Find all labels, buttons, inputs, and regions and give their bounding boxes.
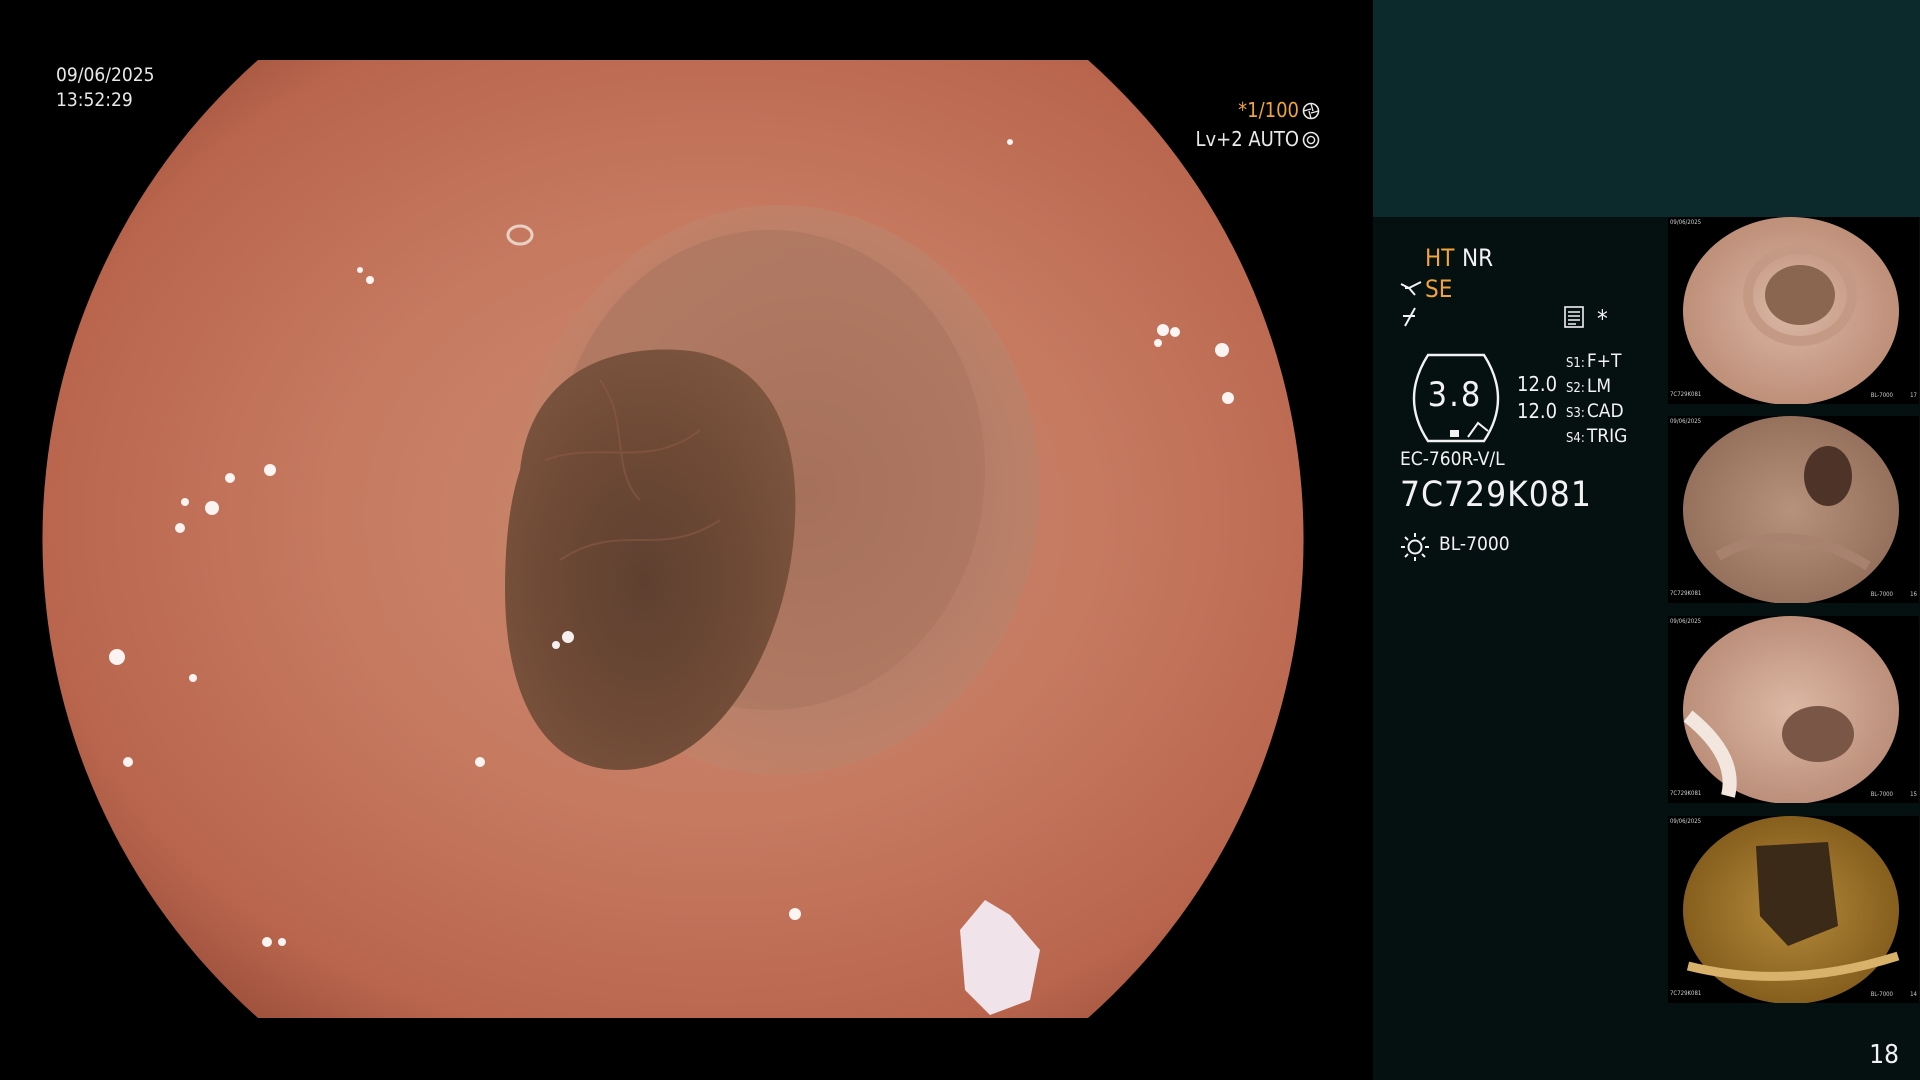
setting-value-a: 12.0 (1517, 372, 1558, 396)
thumbnail-image[interactable]: 09/06/2025 7C729K081 BL-7000 15 (1668, 616, 1919, 803)
thumbnail-serial: 7C729K081 (1670, 790, 1702, 797)
iris-level: Lv+2 AUTO (1195, 127, 1299, 151)
endoscope-image (42, 60, 1304, 1018)
panel-header-block (1373, 0, 1920, 217)
thumbnail-date: 09/06/2025 (1670, 818, 1702, 825)
thumbnail-source: BL-7000 (1870, 791, 1893, 798)
gauge-value: 3.8 (1427, 375, 1483, 415)
scope-model: EC-760R-V/L (1400, 448, 1505, 470)
shutter-speed: 1/100 (1247, 98, 1299, 122)
switch-row: S1: F+T (1566, 350, 1622, 372)
iris-readout: Lv+2 AUTO (1195, 127, 1320, 154)
checklist-icon (1564, 306, 1584, 332)
light-source: BL-7000 (1439, 533, 1510, 555)
asterisk-indicator: * (1597, 305, 1608, 333)
thumbnail-source: BL-7000 (1870, 991, 1893, 998)
thumbnail-serial: 7C729K081 (1670, 590, 1702, 597)
shutter-icon (1302, 101, 1320, 125)
setting-value-b: 12.0 (1517, 399, 1558, 423)
thumbnail-source: BL-7000 (1870, 591, 1893, 598)
thumbnail-image[interactable]: 09/06/2025 7C729K081 BL-7000 17 (1668, 217, 1919, 404)
ht-indicator: HT (1425, 244, 1455, 272)
scissor-icon (1399, 278, 1423, 302)
strike-icon (1399, 306, 1421, 332)
thumbnail-index: 17 (1910, 392, 1917, 399)
switch-row: S3: CAD (1566, 400, 1624, 422)
scope-serial: 7C729K081 (1400, 475, 1592, 515)
thumbnail-source: BL-7000 (1870, 392, 1893, 399)
thumbnail-image[interactable]: 09/06/2025 7C729K081 BL-7000 14 (1668, 816, 1919, 1003)
thumbnail-date: 09/06/2025 (1670, 618, 1702, 625)
thumbnail-date: 09/06/2025 (1670, 418, 1702, 425)
thumbnail-serial: 7C729K081 (1670, 391, 1702, 398)
switch-row: S4: TRIG (1566, 425, 1628, 447)
se-indicator: SE (1425, 275, 1453, 303)
sun-icon (1401, 533, 1429, 561)
time-readout: 13:52:29 (56, 89, 133, 111)
nr-indicator: NR (1462, 244, 1494, 272)
shutter-marker: * (1238, 98, 1248, 122)
thumbnail-index: 14 (1910, 991, 1917, 998)
endoscope-main-view: 09/06/2025 13:52:29 *1/100 Lv+2 AUTO (0, 0, 1373, 1080)
switch-row: S2: LM (1566, 375, 1612, 397)
page-number: 18 (1869, 1040, 1899, 1070)
thumbnail-serial: 7C729K081 (1670, 990, 1702, 997)
thumbnail-index: 16 (1910, 591, 1917, 598)
iris-icon (1302, 130, 1320, 154)
thumbnail-date: 09/06/2025 (1670, 219, 1702, 226)
thumbnail-index: 15 (1910, 791, 1917, 798)
date-readout: 09/06/2025 (56, 64, 155, 86)
thumbnail-image[interactable]: 09/06/2025 7C729K081 BL-7000 16 (1668, 416, 1919, 603)
shutter-readout: *1/100 (1238, 98, 1320, 125)
